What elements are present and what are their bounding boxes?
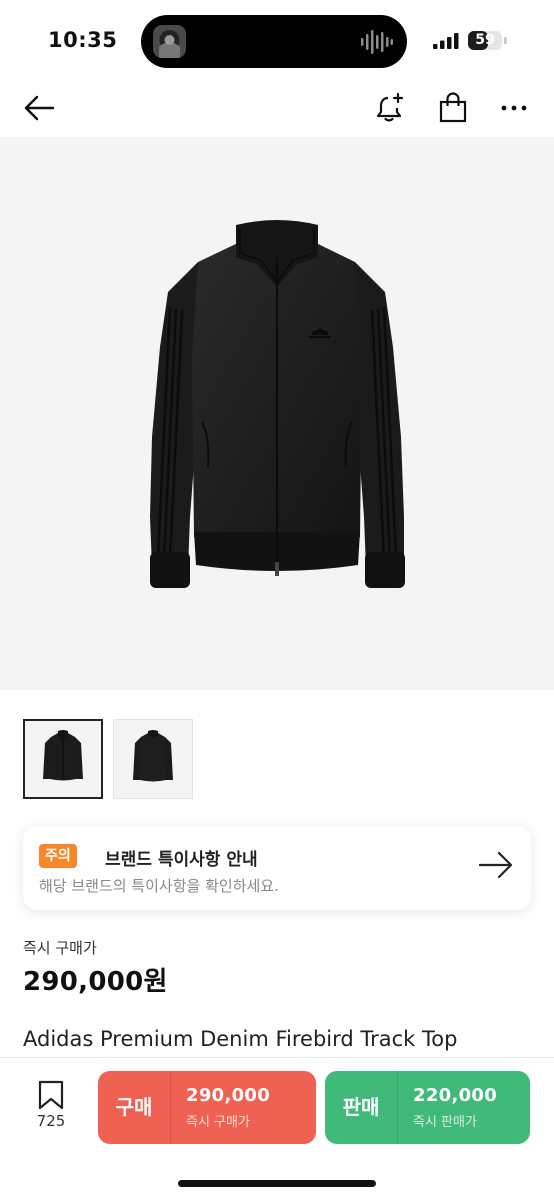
bottom-action-bar: 725 구매 290,000 즉시 구매가 판매 220,000 즉시 판매가 [0,1057,554,1200]
dynamic-island[interactable] [141,15,407,68]
sell-divider [397,1071,398,1144]
shopping-bag-icon [439,92,467,123]
sell-label: 판매 [342,1095,380,1119]
battery-percent: 59 [475,32,495,48]
top-nav-bar [0,80,554,136]
jacket-thumbnail-image [43,730,83,781]
sell-button[interactable]: 판매 220,000 즉시 판매가 [325,1071,530,1144]
notice-title: 브랜드 특이사항 안내 [105,850,258,870]
price-alert-button[interactable] [370,88,410,128]
battery-tip [504,37,507,44]
jacket-back-thumbnail-image [133,730,173,782]
sell-price-caption: 즉시 판매가 [413,1115,477,1130]
audio-waveform-icon [361,30,393,54]
arrow-left-icon [24,95,55,121]
product-name: Adidas Premium Denim Firebird Track Top [23,1027,458,1051]
back-button[interactable] [19,88,59,128]
cellular-signal-icon [433,33,459,49]
product-image-main[interactable] [0,137,554,690]
instant-buy-price: 290,000원 [23,967,168,997]
buy-button[interactable]: 구매 290,000 즉시 구매가 [98,1071,316,1144]
battery-indicator: 59 [468,31,502,50]
home-indicator[interactable] [178,1180,376,1187]
brand-notice-card[interactable]: 주의 브랜드 특이사항 안내 해당 브랜드의 특이사항을 확인하세요. [23,826,531,910]
buy-price-caption: 즉시 구매가 [186,1115,250,1130]
status-bar: 10:35 59 [0,0,554,80]
now-playing-artwork-icon [153,25,186,58]
buy-divider [170,1071,171,1144]
sell-price: 220,000 [413,1085,498,1106]
more-button[interactable] [494,88,534,128]
notice-subtitle: 해당 브랜드의 특이사항을 확인하세요. [39,877,279,895]
bell-plus-icon [376,92,404,122]
product-thumbnail-1[interactable] [23,719,103,799]
buy-price: 290,000 [186,1085,271,1106]
bookmark-count: 725 [36,1112,66,1130]
bookmark-button[interactable]: 725 [28,1080,74,1136]
instant-buy-price-label: 즉시 구매가 [23,939,97,957]
warning-badge: 주의 [39,844,77,868]
track-jacket-image [150,220,405,588]
buy-label: 구매 [115,1095,153,1119]
bookmark-icon [38,1080,64,1110]
arrow-right-icon [478,851,513,879]
more-horizontal-icon [501,105,527,111]
product-thumbnail-2[interactable] [113,719,193,799]
status-time: 10:35 [48,28,118,52]
cart-button[interactable] [433,88,473,128]
